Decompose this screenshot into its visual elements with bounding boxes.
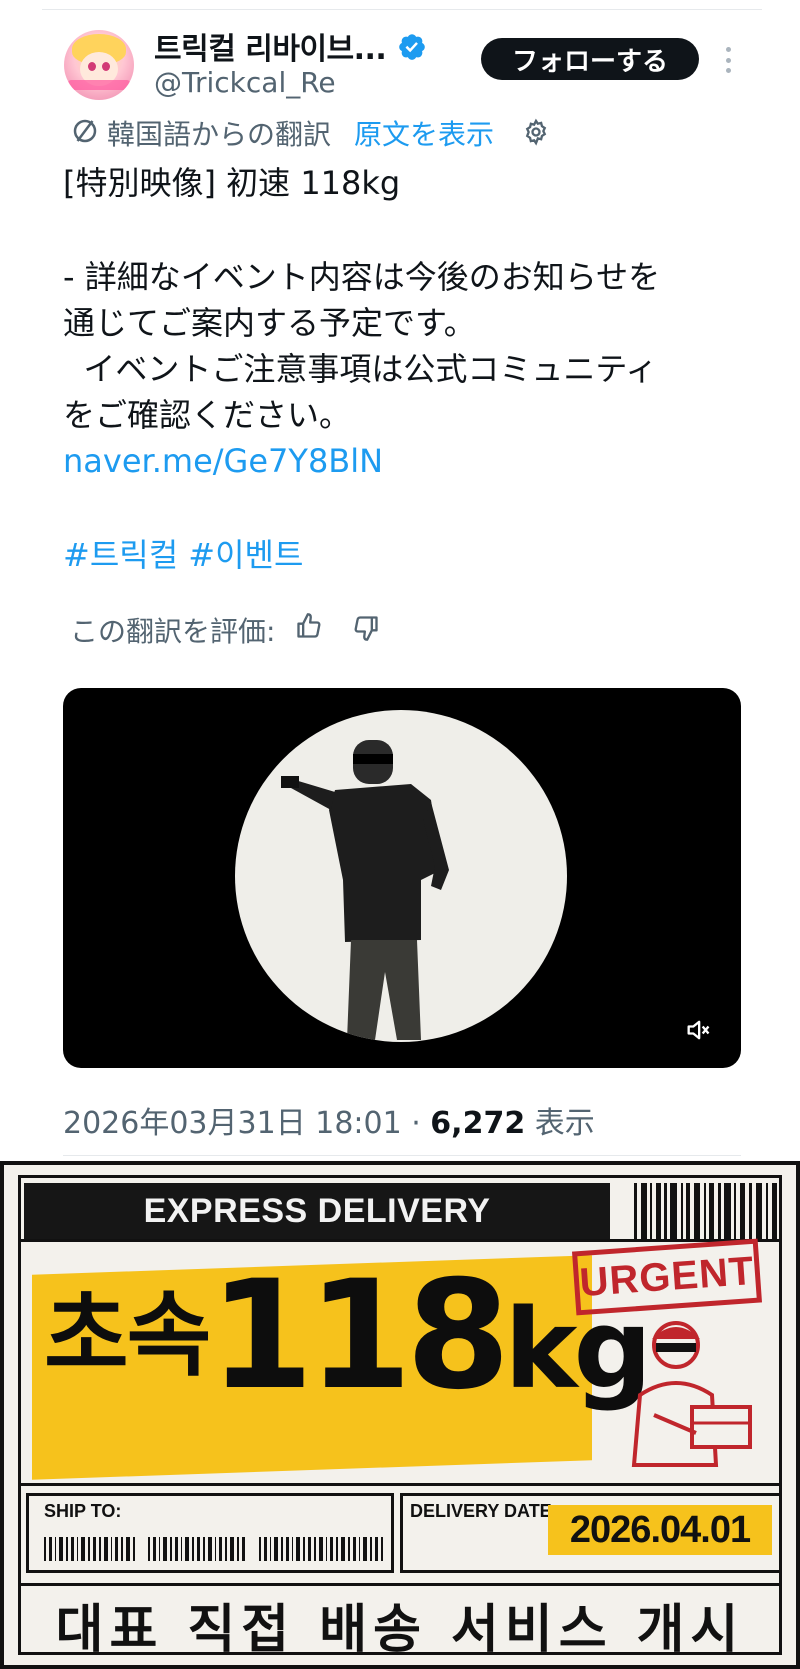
post-body-line: イベントご注意事項は公式コミュニティ (63, 350, 658, 388)
post-text: [特別映像] 初速 118kg - 詳細なイベント内容は今後のお知らせを 通じて… (63, 160, 753, 578)
barcode-icon (44, 1537, 383, 1561)
video-player[interactable] (63, 688, 741, 1068)
bottom-divider (63, 1155, 741, 1156)
barcode-icon (634, 1183, 777, 1239)
urgent-stamp: URGENT (571, 1238, 763, 1316)
view-count: 6,272 (430, 1106, 526, 1141)
man-silhouette (281, 740, 449, 1040)
delivery-date-label: DELIVERY DATE: (410, 1501, 558, 1521)
post-body-line: をご確認ください。 (63, 396, 352, 434)
post-body-line: 通じてご案内する予定です。 (63, 304, 476, 342)
post-title: [特別映像] 初速 118kg (63, 164, 401, 202)
handle[interactable]: @Trickcal_Re (154, 66, 336, 99)
rate-translation-label: この翻訳を評価: (70, 615, 276, 648)
more-icon[interactable] (718, 42, 738, 78)
top-divider (42, 9, 762, 10)
display-name[interactable]: 트릭컬 리바이브... (154, 24, 387, 68)
post-body-line: - 詳細なイベント内容は今後のお知らせを (63, 258, 661, 296)
card-main-title: 초속118kg (44, 1249, 652, 1423)
delivery-card-image: EXPRESS DELIVERY 초속118kg URGENT SHIP TO: (0, 1161, 800, 1669)
translation-label: 韓国語からの翻訳 (107, 118, 332, 151)
show-original-link[interactable]: 原文を表示 (354, 113, 494, 153)
translate-icon (73, 119, 97, 143)
post-meta: 2026年03月31日 18:01 · 6,272 表示 (63, 1098, 595, 1142)
avatar[interactable] (64, 30, 134, 100)
thumbs-down-icon[interactable] (352, 614, 380, 642)
card-slogan: 대표 직접 배송 서비스 개시 (55, 1599, 745, 1660)
muted-speaker-icon[interactable] (684, 1016, 712, 1044)
verified-badge-icon (399, 34, 425, 60)
post-link[interactable]: naver.me/Ge7Y8BlN (63, 438, 753, 484)
post-datetime[interactable]: 2026年03月31日 18:01 · (63, 1106, 430, 1141)
ship-to-label: SHIP TO: (44, 1501, 122, 1521)
gear-icon[interactable] (522, 118, 550, 146)
delivery-date: 2026.04.01 (548, 1505, 772, 1555)
thumbs-up-icon[interactable] (295, 612, 323, 640)
express-delivery-banner: EXPRESS DELIVERY (24, 1183, 610, 1239)
views-label: 表示 (525, 1106, 595, 1141)
post-hashtags[interactable]: #트릭컬 #이벤트 (63, 532, 753, 578)
courier-illustration (631, 1321, 752, 1467)
video-frame (235, 710, 567, 1042)
follow-button[interactable]: フォローする (481, 38, 699, 80)
